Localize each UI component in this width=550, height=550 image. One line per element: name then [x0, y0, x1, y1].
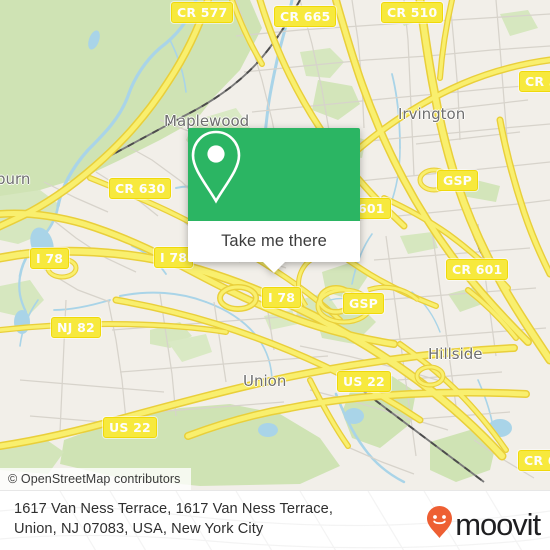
highway-shield: CR 630: [109, 178, 172, 199]
highway-shield: CR 601: [446, 259, 509, 280]
highway-shield: US 22: [103, 417, 157, 438]
map-canvas[interactable]: Maplewood Irvington burn Union Hillside …: [0, 0, 550, 490]
moovit-pin-icon: [426, 505, 453, 544]
osm-attribution[interactable]: © OpenStreetMap contributors: [0, 468, 191, 490]
moovit-logo[interactable]: moovit: [426, 505, 541, 544]
take-me-there-label: Take me there: [221, 232, 327, 250]
callout-tail: [263, 262, 285, 273]
address-line-1: 1617 Van Ness Terrace, 1617 Van Ness Ter…: [14, 501, 333, 517]
highway-shield: GSP: [343, 293, 385, 314]
highway-shield: I 78: [30, 248, 70, 269]
location-callout[interactable]: Take me there: [188, 128, 360, 273]
highway-shield: I 78: [262, 287, 302, 308]
callout-image-area: [188, 128, 360, 221]
footer-bar: 1617 Van Ness Terrace, 1617 Van Ness Ter…: [0, 490, 550, 550]
highway-shield: CR 577: [171, 2, 234, 23]
moovit-wordmark: moovit: [455, 507, 541, 542]
highway-shield: NJ 82: [51, 317, 101, 338]
map-screenshot: Maplewood Irvington burn Union Hillside …: [0, 0, 550, 550]
location-address: 1617 Van Ness Terrace, 1617 Van Ness Ter…: [14, 499, 404, 539]
address-line-2: Union, NJ 07083, USA, New York City: [14, 521, 264, 537]
highway-shield: CR 62: [518, 450, 550, 471]
highway-shield: GSP: [437, 170, 479, 191]
highway-shield: CR 510: [381, 2, 444, 23]
highway-shield: US 22: [337, 371, 391, 392]
highway-shield: CR 665: [274, 6, 337, 27]
highway-shield: CR 50: [519, 71, 550, 92]
take-me-there-button[interactable]: Take me there: [188, 221, 360, 262]
